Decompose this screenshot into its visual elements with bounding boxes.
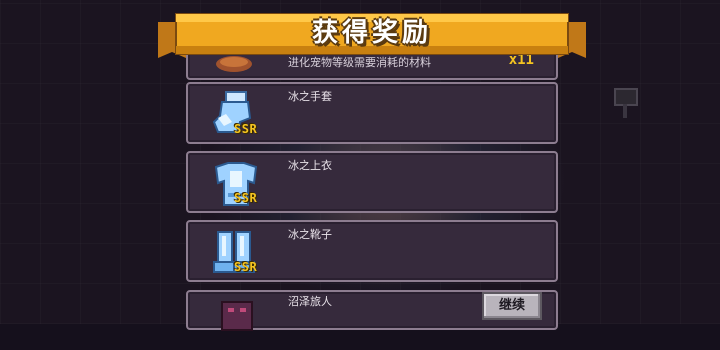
signpost-icon [614,88,638,118]
reward-item-ice-armor: SSR 冰之上衣 [186,151,558,213]
reward-item-ice-glove: SSR 冰之手套 [186,82,558,144]
rarity-badge: SSR [234,260,258,274]
rarity-badge: SSR [234,191,258,205]
reward-banner: 获得奖励 [158,8,586,64]
reward-name: 沼泽旅人 [288,295,332,308]
reward-item-ice-boots: SSR 冰之靴子 [186,220,558,282]
rarity-badge: SSR [234,122,258,136]
banner-title: 获得奖励 [311,18,432,48]
reward-name: 冰之靴子 [288,228,332,241]
reward-name: 冰之手套 [288,90,332,103]
continue-button[interactable]: 继续 [482,292,542,320]
swamp-traveler-icon [204,296,266,350]
reward-name: 冰之上衣 [288,159,332,172]
